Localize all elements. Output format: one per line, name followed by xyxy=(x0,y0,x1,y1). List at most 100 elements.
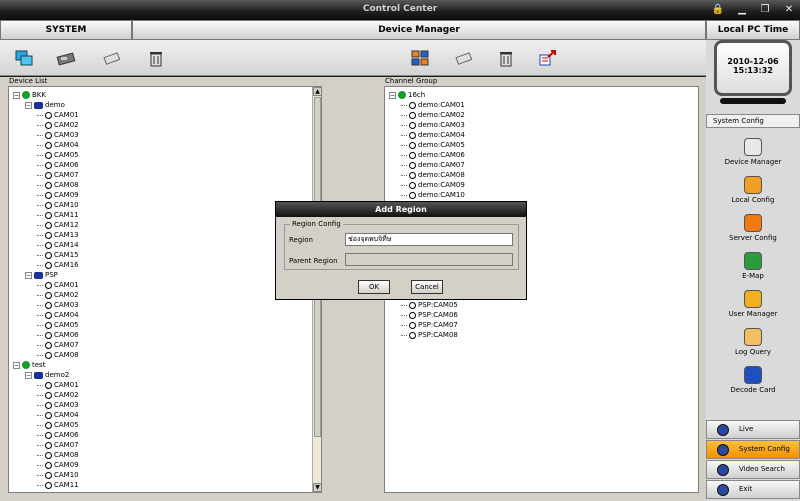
tree-node[interactable]: PSP:CAM05 xyxy=(401,300,458,310)
tree-node[interactable]: CAM15 xyxy=(37,250,79,260)
tree-node[interactable]: demo:CAM06 xyxy=(401,150,465,160)
trash-icon[interactable] xyxy=(496,49,516,67)
tree-node[interactable]: CAM07 xyxy=(37,440,79,450)
tree-node[interactable]: − demo xyxy=(25,100,65,110)
tree-node[interactable]: CAM05 xyxy=(37,320,79,330)
parent-region-input[interactable] xyxy=(345,253,513,266)
tree-connector xyxy=(37,204,43,206)
eraser-icon[interactable] xyxy=(102,49,122,67)
cancel-button[interactable]: Cancel xyxy=(411,280,443,294)
scroll-up-icon[interactable]: ▲ xyxy=(313,87,321,96)
tree-node[interactable]: CAM01 xyxy=(37,110,79,120)
config-combo[interactable]: System Config xyxy=(706,114,800,128)
clock-bar xyxy=(720,98,786,104)
tree-node[interactable]: demo:CAM10 xyxy=(401,190,465,200)
config-item-label: E-Map xyxy=(742,272,764,280)
tree-node[interactable]: CAM10 xyxy=(37,470,79,480)
tree-node[interactable]: CAM11 xyxy=(37,480,79,490)
nav-item[interactable]: System Config xyxy=(706,440,800,459)
collapse-icon[interactable]: − xyxy=(13,361,20,369)
config-item[interactable]: Local Config xyxy=(706,176,800,212)
tree-connector xyxy=(37,304,43,306)
collapse-icon[interactable]: − xyxy=(389,91,396,99)
tree-node[interactable]: CAM02 xyxy=(37,290,79,300)
tree-node[interactable]: demo:CAM09 xyxy=(401,180,465,190)
collapse-icon[interactable]: − xyxy=(25,271,32,279)
export-icon[interactable] xyxy=(538,49,558,67)
channel-group-icon[interactable] xyxy=(410,49,430,67)
tree-node[interactable]: demo:CAM02 xyxy=(401,110,465,120)
tree-node[interactable]: CAM13 xyxy=(37,230,79,240)
tree-node[interactable]: demo:CAM04 xyxy=(401,130,465,140)
config-item[interactable]: Device Manager xyxy=(706,138,800,174)
tree-node[interactable]: CAM01 xyxy=(37,280,79,290)
tree-node[interactable]: CAM04 xyxy=(37,310,79,320)
tree-node[interactable]: − PSP xyxy=(25,270,58,280)
lock-icon[interactable]: 🔒 xyxy=(711,4,725,16)
tree-node[interactable]: CAM03 xyxy=(37,400,79,410)
tree-node[interactable]: CAM03 xyxy=(37,300,79,310)
config-item[interactable]: Log Query xyxy=(706,328,800,364)
tree-node[interactable]: CAM12 xyxy=(37,490,79,492)
tree-node[interactable]: − BKK xyxy=(13,90,46,100)
nav-item[interactable]: Live xyxy=(706,420,800,439)
collapse-icon[interactable]: − xyxy=(13,91,20,99)
add-device-icon[interactable] xyxy=(14,49,34,67)
collapse-icon[interactable]: − xyxy=(25,101,32,109)
tree-node[interactable]: CAM05 xyxy=(37,150,79,160)
tree-node[interactable]: demo:CAM05 xyxy=(401,140,465,150)
tree-node[interactable]: CAM06 xyxy=(37,430,79,440)
tree-node[interactable]: CAM04 xyxy=(37,140,79,150)
tree-node[interactable]: − demo2 xyxy=(25,370,69,380)
tree-node[interactable]: CAM02 xyxy=(37,120,79,130)
scroll-down-icon[interactable]: ▼ xyxy=(313,483,321,492)
tree-node[interactable]: CAM08 xyxy=(37,450,79,460)
tree-node[interactable]: PSP:CAM06 xyxy=(401,310,458,320)
tree-node[interactable]: CAM02 xyxy=(37,390,79,400)
nav-item[interactable]: Video Search xyxy=(706,460,800,479)
tree-node[interactable]: CAM01 xyxy=(37,380,79,390)
tree-node[interactable]: CAM14 xyxy=(37,240,79,250)
tree-node[interactable]: CAM08 xyxy=(37,350,79,360)
config-item[interactable]: Server Config xyxy=(706,214,800,250)
tree-connector xyxy=(37,484,43,486)
tree-node[interactable]: PSP:CAM08 xyxy=(401,330,458,340)
tree-node[interactable]: CAM04 xyxy=(37,410,79,420)
minimize-icon[interactable]: ▁ xyxy=(735,4,749,16)
eraser-icon[interactable] xyxy=(454,49,474,67)
tree-node[interactable]: CAM16 xyxy=(37,260,79,270)
collapse-icon[interactable]: − xyxy=(25,371,32,379)
tree-node[interactable]: demo:CAM01 xyxy=(401,100,465,110)
tree-node[interactable]: − test xyxy=(13,360,45,370)
trash-icon[interactable] xyxy=(146,49,166,67)
tree-node[interactable]: PSP:CAM07 xyxy=(401,320,458,330)
camera-icon xyxy=(45,241,52,249)
tree-node[interactable]: demo:CAM03 xyxy=(401,120,465,130)
tree-node[interactable]: CAM07 xyxy=(37,340,79,350)
tree-node[interactable]: demo:CAM08 xyxy=(401,170,465,180)
tree-node[interactable]: demo:CAM07 xyxy=(401,160,465,170)
tree-node[interactable]: CAM07 xyxy=(37,170,79,180)
tree-node[interactable]: CAM09 xyxy=(37,460,79,470)
ok-button[interactable]: OK xyxy=(358,280,390,294)
restore-icon[interactable]: ❐ xyxy=(758,4,772,16)
config-item[interactable]: E-Map xyxy=(706,252,800,288)
tree-node[interactable]: CAM06 xyxy=(37,160,79,170)
nav-item[interactable]: Exit xyxy=(706,480,800,499)
modify-device-icon[interactable] xyxy=(56,49,76,67)
close-icon[interactable]: ✕ xyxy=(782,4,796,16)
tree-node[interactable]: CAM03 xyxy=(37,130,79,140)
tree-node[interactable]: − 16ch xyxy=(389,90,425,100)
tree-node[interactable]: CAM06 xyxy=(37,330,79,340)
tree-node[interactable]: CAM11 xyxy=(37,210,79,220)
region-input[interactable]: ช่องจุดพบจิที่ษ xyxy=(345,233,513,246)
config-item[interactable]: Decode Card xyxy=(706,366,800,402)
config-item[interactable]: User Manager xyxy=(706,290,800,326)
tree-node[interactable]: CAM12 xyxy=(37,220,79,230)
tree-node[interactable]: CAM05 xyxy=(37,420,79,430)
tree-node[interactable]: CAM09 xyxy=(37,190,79,200)
tree-node[interactable]: CAM08 xyxy=(37,180,79,190)
camera-icon xyxy=(409,171,416,179)
parent-region-label: Parent Region xyxy=(289,257,338,265)
tree-node[interactable]: CAM10 xyxy=(37,200,79,210)
